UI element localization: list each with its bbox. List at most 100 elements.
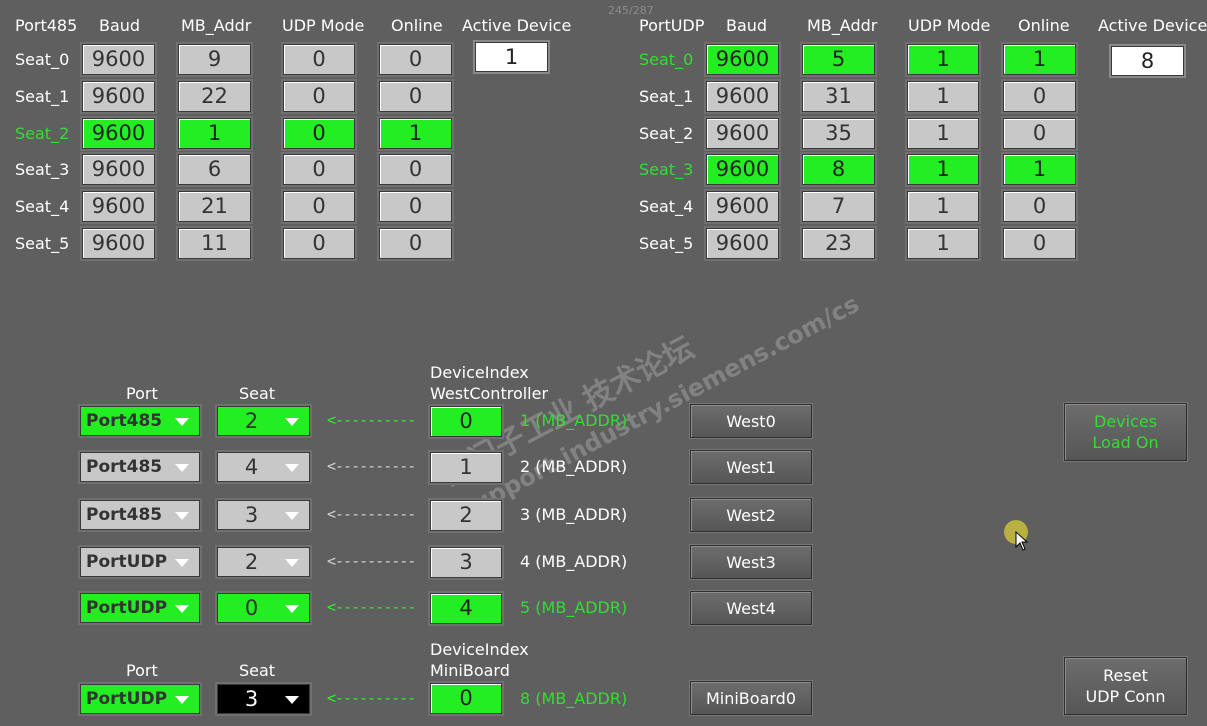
port485-seat-label: Seat_1 — [15, 87, 70, 106]
port485-online-cell[interactable]: 0 — [379, 191, 452, 222]
port485-addr-cell[interactable]: 11 — [178, 228, 251, 259]
west-device-index-field[interactable]: 1 — [430, 452, 502, 483]
west-port-dropdown[interactable]: Port485 — [80, 500, 200, 530]
devices-load-on-button[interactable]: Devices Load On — [1064, 403, 1187, 461]
portudp-online-cell[interactable]: 0 — [1003, 81, 1076, 112]
west-port-value: Port485 — [86, 505, 163, 525]
port485-baud-cell[interactable]: 9600 — [82, 81, 155, 112]
west-seat-value: 0 — [244, 596, 259, 620]
portudp-addr-cell[interactable]: 7 — [802, 191, 875, 222]
west-seat-dropdown[interactable]: 2 — [217, 406, 310, 436]
miniboard0-button[interactable]: MiniBoard0 — [690, 681, 812, 715]
port485-addr-cell[interactable]: 9 — [178, 44, 251, 75]
west-port-dropdown[interactable]: Port485 — [80, 406, 200, 436]
west-device-index-field[interactable]: 3 — [430, 547, 502, 578]
port485-baud-cell[interactable]: 9600 — [82, 191, 155, 222]
west-port-dropdown[interactable]: Port485 — [80, 452, 200, 482]
portudp-addr-cell[interactable]: 31 — [802, 81, 875, 112]
port485-active-device-field[interactable]: 1 — [475, 42, 548, 72]
west-seat-dropdown[interactable]: 4 — [217, 452, 310, 482]
portudp-udp-cell[interactable]: 1 — [907, 154, 979, 185]
portudp-online-cell[interactable]: 0 — [1003, 191, 1076, 222]
port485-udp-cell[interactable]: 0 — [283, 191, 355, 222]
chevron-down-icon — [175, 512, 189, 520]
portudp-online-cell[interactable]: 1 — [1003, 154, 1076, 185]
portudp-online-cell[interactable]: 1 — [1003, 44, 1076, 75]
chevron-down-icon — [175, 696, 189, 704]
portudp-baud-cell[interactable]: 9600 — [706, 154, 779, 185]
portudp-udp-cell[interactable]: 1 — [907, 118, 979, 149]
portudp-online-cell[interactable]: 0 — [1003, 118, 1076, 149]
port485-online-cell[interactable]: 0 — [379, 81, 452, 112]
port485-udp-cell[interactable]: 0 — [283, 228, 355, 259]
port485-baud-cell[interactable]: 9600 — [82, 154, 155, 185]
chevron-down-icon — [285, 605, 299, 613]
port485-addr-cell[interactable]: 21 — [178, 191, 251, 222]
chevron-down-icon — [285, 418, 299, 426]
portudp-addr-cell[interactable]: 35 — [802, 118, 875, 149]
west-button-1[interactable]: West1 — [690, 450, 812, 484]
reset-udp-conn-line1: Reset — [1103, 666, 1148, 685]
west-device-index-field[interactable]: 0 — [430, 406, 502, 437]
west-port-value: PortUDP — [86, 552, 168, 572]
port485-addr-cell[interactable]: 1 — [178, 118, 251, 149]
mini-device-index-field[interactable]: 0 — [430, 683, 502, 714]
mini-port-dropdown[interactable]: PortUDP — [80, 684, 200, 714]
reset-udp-conn-button[interactable]: Reset UDP Conn — [1064, 657, 1187, 715]
chevron-down-icon — [175, 418, 189, 426]
west-link-arrow: <---------- — [327, 411, 416, 429]
chevron-down-icon — [175, 605, 189, 613]
portudp-baud-cell[interactable]: 9600 — [706, 191, 779, 222]
west-port-dropdown[interactable]: PortUDP — [80, 547, 200, 577]
mini-seat-value: 3 — [244, 687, 259, 711]
portudp-baud-cell[interactable]: 9600 — [706, 228, 779, 259]
port485-udp-cell[interactable]: 0 — [283, 154, 355, 185]
west-button-2[interactable]: West2 — [690, 498, 812, 532]
mini-board-header: MiniBoard — [430, 661, 510, 680]
west-button-4[interactable]: West4 — [690, 591, 812, 625]
port485-udp-cell[interactable]: 0 — [283, 44, 355, 75]
west-seat-dropdown[interactable]: 0 — [217, 593, 310, 623]
west-mbaddr-label: 1 (MB_ADDR) — [520, 411, 628, 430]
port485-online-cell[interactable]: 0 — [379, 228, 452, 259]
portudp-baud-cell[interactable]: 9600 — [706, 118, 779, 149]
portudp-online-cell[interactable]: 0 — [1003, 228, 1076, 259]
west-button-3[interactable]: West3 — [690, 545, 812, 579]
port485-baud-cell[interactable]: 9600 — [82, 228, 155, 259]
port485-online-cell[interactable]: 0 — [379, 44, 452, 75]
west-device-index-field[interactable]: 2 — [430, 500, 502, 531]
portudp-addr-cell[interactable]: 8 — [802, 154, 875, 185]
port485-udp-cell[interactable]: 0 — [283, 81, 355, 112]
portudp-online-header: Online — [1018, 16, 1070, 35]
portudp-udp-cell[interactable]: 1 — [907, 228, 979, 259]
portudp-udp-cell[interactable]: 1 — [907, 81, 979, 112]
west-seat-dropdown[interactable]: 3 — [217, 500, 310, 530]
chevron-down-icon — [175, 559, 189, 567]
port485-mbaddr-header: MB_Addr — [181, 16, 252, 35]
port485-addr-cell[interactable]: 22 — [178, 81, 251, 112]
mouse-pointer-icon — [1015, 531, 1029, 551]
portudp-addr-cell[interactable]: 23 — [802, 228, 875, 259]
west-button-0[interactable]: West0 — [690, 404, 812, 438]
west-seat-dropdown[interactable]: 2 — [217, 547, 310, 577]
port485-baud-cell[interactable]: 9600 — [82, 118, 155, 149]
portudp-baud-cell[interactable]: 9600 — [706, 81, 779, 112]
port485-online-cell[interactable]: 1 — [379, 118, 452, 149]
portudp-addr-cell[interactable]: 5 — [802, 44, 875, 75]
west-port-dropdown[interactable]: PortUDP — [80, 593, 200, 623]
portudp-seat-label: Seat_1 — [639, 87, 694, 106]
port485-udp-cell[interactable]: 0 — [283, 118, 355, 149]
port485-online-cell[interactable]: 0 — [379, 154, 452, 185]
port485-baud-cell[interactable]: 9600 — [82, 44, 155, 75]
portudp-active-device-field[interactable]: 8 — [1111, 46, 1184, 76]
portudp-udp-cell[interactable]: 1 — [907, 44, 979, 75]
portudp-header: PortUDP — [639, 16, 705, 35]
portudp-baud-cell[interactable]: 9600 — [706, 44, 779, 75]
port485-addr-cell[interactable]: 6 — [178, 154, 251, 185]
west-seat-value: 4 — [244, 455, 259, 479]
mini-seat-dropdown[interactable]: 3 — [217, 684, 310, 714]
portudp-udp-cell[interactable]: 1 — [907, 191, 979, 222]
west-seat-value: 2 — [244, 550, 259, 574]
west-device-index-field[interactable]: 4 — [430, 593, 502, 624]
port485-seat-label: Seat_2 — [15, 124, 70, 143]
